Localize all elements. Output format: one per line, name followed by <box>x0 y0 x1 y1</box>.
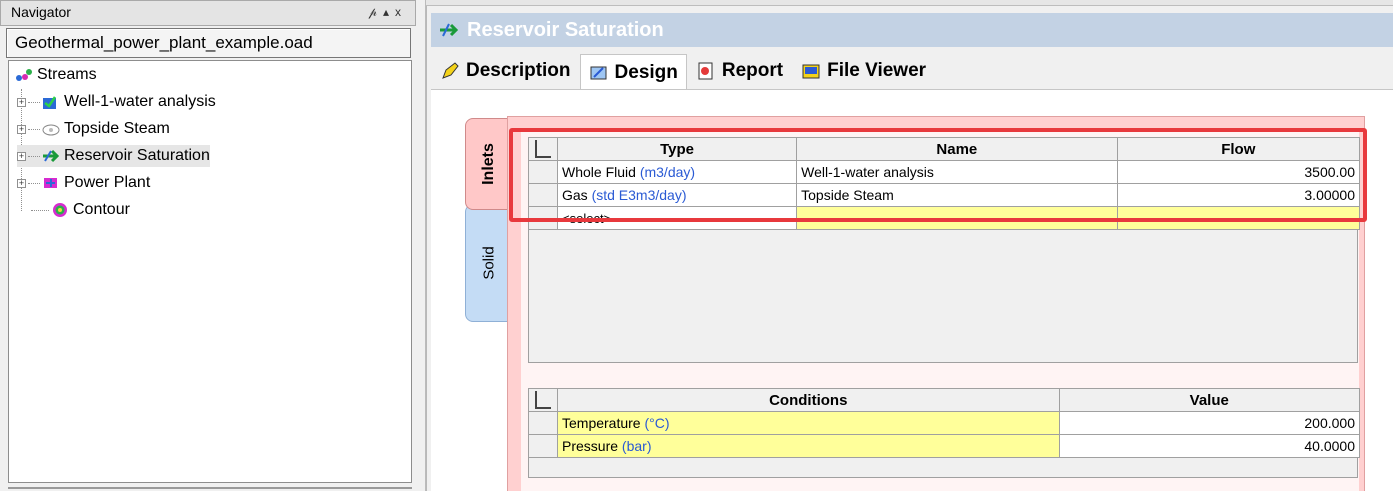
tab-label: Design <box>614 61 678 83</box>
tab-strip: Description Design Report File Viewer <box>431 54 935 90</box>
design-icon <box>589 63 609 83</box>
tab-design[interactable]: Design <box>579 54 687 90</box>
conditions-grid-area: Conditions Value Temperature (°C) 200.00… <box>528 388 1361 478</box>
steam-cloud-icon <box>42 121 60 137</box>
tree-label-contour: Contour <box>73 201 130 218</box>
tree-label-reservoir-saturation: Reservoir Saturation <box>64 147 210 164</box>
power-plant-icon <box>42 175 60 191</box>
expand-icon[interactable]: + <box>17 124 26 134</box>
tree-item-reservoir-saturation[interactable]: + Reservoir Saturation <box>17 145 210 167</box>
tab-label: Report <box>721 60 784 81</box>
tree-item-well-1[interactable]: + Well-1-water analysis <box>17 91 216 113</box>
object-title: Reservoir Saturation <box>467 18 664 41</box>
tree-label-power-plant: Power Plant <box>64 174 151 191</box>
menu-arrow-icon[interactable]: ▴ <box>383 5 395 19</box>
reservoir-saturation-icon <box>439 21 459 39</box>
navigator-window-controls[interactable]: 𝓅▴x <box>368 5 407 20</box>
unit-link[interactable]: (bar) <box>622 438 652 454</box>
tree-dots <box>28 101 40 103</box>
side-tab-label: Inlets <box>480 143 497 185</box>
tree-dots <box>28 155 40 157</box>
report-icon <box>696 61 716 81</box>
grid-header-row: Conditions Value <box>528 388 1361 412</box>
side-tab-solid[interactable]: Solid <box>465 204 513 322</box>
row-selector[interactable] <box>528 434 558 458</box>
file-viewer-icon <box>801 61 821 81</box>
tab-description[interactable]: Description <box>431 54 580 88</box>
tree-label-streams: Streams <box>37 66 97 83</box>
cell-value[interactable]: 200.000 <box>1058 411 1361 435</box>
expand-icon[interactable]: + <box>17 97 26 107</box>
tree-dots <box>28 128 40 130</box>
tab-report[interactable]: Report <box>687 54 792 88</box>
navigator-panel: Navigator 𝓅▴x Geothermal_power_plant_exa… <box>0 0 416 491</box>
tree-item-power-plant[interactable]: + Power Plant <box>17 172 150 194</box>
navigator-title: Navigator <box>11 4 71 20</box>
unit-link[interactable]: (°C) <box>644 415 669 431</box>
water-analysis-icon <box>42 94 60 110</box>
condition-label: Pressure <box>562 438 619 454</box>
tree-item-topside-steam[interactable]: + Topside Steam <box>17 118 170 140</box>
column-header-value[interactable]: Value <box>1058 388 1361 412</box>
tab-label: File Viewer <box>827 60 927 81</box>
tab-file-viewer[interactable]: File Viewer <box>792 54 935 88</box>
grid-corner[interactable] <box>528 388 558 412</box>
table-row: Temperature (°C) 200.000 <box>528 411 1361 435</box>
object-panel: Reservoir Saturation Description Design … <box>426 6 1393 491</box>
reservoir-saturation-icon <box>42 148 60 164</box>
condition-label: Temperature <box>562 415 641 431</box>
tree-item-contour[interactable]: Contour <box>31 199 130 221</box>
highlight-box <box>509 128 1367 222</box>
tree-label-well-1: Well-1-water analysis <box>64 93 216 110</box>
streams-icon <box>15 67 33 83</box>
cell-condition[interactable]: Temperature (°C) <box>557 411 1060 435</box>
column-header-conditions[interactable]: Conditions <box>557 388 1060 412</box>
side-tab-inlets[interactable]: Inlets <box>465 118 513 210</box>
table-row: Pressure (bar) 40.0000 <box>528 434 1361 458</box>
expand-icon[interactable]: + <box>17 178 26 188</box>
panel-splitter[interactable] <box>416 0 426 491</box>
description-pencil-icon <box>440 61 460 81</box>
tree-label-topside-steam: Topside Steam <box>64 120 170 137</box>
navigator-file-name[interactable]: Geothermal_power_plant_example.oad <box>6 28 411 58</box>
side-tab-label: Solid <box>480 246 498 280</box>
navigator-tree[interactable]: Streams + Well-1-water analysis + Topsid… <box>8 60 412 483</box>
conditions-grid: Conditions Value Temperature (°C) 200.00… <box>528 388 1361 458</box>
row-selector[interactable] <box>528 411 558 435</box>
expand-icon[interactable]: + <box>17 151 26 161</box>
close-icon[interactable]: x <box>395 5 407 19</box>
pin-icon[interactable]: 𝓅 <box>368 5 383 19</box>
tree-dots <box>31 209 49 211</box>
contour-icon <box>51 202 69 218</box>
cell-condition[interactable]: Pressure (bar) <box>557 434 1060 458</box>
navigator-bottom-edge <box>8 487 412 491</box>
tab-label: Description <box>466 60 571 81</box>
tree-item-streams[interactable]: Streams <box>15 64 97 86</box>
cell-value[interactable]: 40.0000 <box>1058 434 1361 458</box>
tree-dots <box>28 182 40 184</box>
navigator-title-bar: Navigator 𝓅▴x <box>0 0 416 26</box>
object-title-bar: Reservoir Saturation <box>431 13 1393 47</box>
